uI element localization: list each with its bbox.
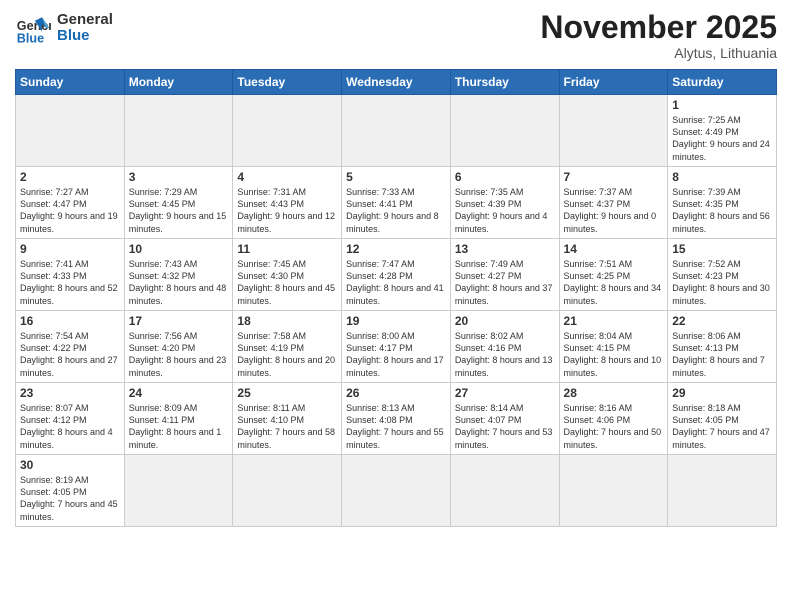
day-5: 5 Sunrise: 7:33 AMSunset: 4:41 PMDayligh… (342, 167, 451, 239)
day-16: 16 Sunrise: 7:54 AMSunset: 4:22 PMDaylig… (16, 311, 125, 383)
day-6: 6 Sunrise: 7:35 AMSunset: 4:39 PMDayligh… (450, 167, 559, 239)
day-17: 17 Sunrise: 7:56 AMSunset: 4:20 PMDaylig… (124, 311, 233, 383)
empty-cell (668, 455, 777, 527)
day-25: 25 Sunrise: 8:11 AMSunset: 4:10 PMDaylig… (233, 383, 342, 455)
day-30: 30 Sunrise: 8:19 AMSunset: 4:05 PMDaylig… (16, 455, 125, 527)
day-24: 24 Sunrise: 8:09 AMSunset: 4:11 PMDaylig… (124, 383, 233, 455)
day-26: 26 Sunrise: 8:13 AMSunset: 4:08 PMDaylig… (342, 383, 451, 455)
day-14: 14 Sunrise: 7:51 AMSunset: 4:25 PMDaylig… (559, 239, 668, 311)
week-row-4: 16 Sunrise: 7:54 AMSunset: 4:22 PMDaylig… (16, 311, 777, 383)
week-row-1: 1 Sunrise: 7:25 AM Sunset: 4:49 PM Dayli… (16, 95, 777, 167)
day-4: 4 Sunrise: 7:31 AMSunset: 4:43 PMDayligh… (233, 167, 342, 239)
day-28: 28 Sunrise: 8:16 AMSunset: 4:06 PMDaylig… (559, 383, 668, 455)
empty-cell (559, 455, 668, 527)
logo-blue: Blue (57, 28, 113, 45)
day-13: 13 Sunrise: 7:49 AMSunset: 4:27 PMDaylig… (450, 239, 559, 311)
day-3: 3 Sunrise: 7:29 AMSunset: 4:45 PMDayligh… (124, 167, 233, 239)
day-8: 8 Sunrise: 7:39 AMSunset: 4:35 PMDayligh… (668, 167, 777, 239)
col-thursday: Thursday (450, 70, 559, 95)
week-row-5: 23 Sunrise: 8:07 AMSunset: 4:12 PMDaylig… (16, 383, 777, 455)
week-row-2: 2 Sunrise: 7:27 AMSunset: 4:47 PMDayligh… (16, 167, 777, 239)
week-row-6: 30 Sunrise: 8:19 AMSunset: 4:05 PMDaylig… (16, 455, 777, 527)
location: Alytus, Lithuania (540, 45, 777, 61)
svg-text:Blue: Blue (17, 31, 44, 45)
weekday-header-row: Sunday Monday Tuesday Wednesday Thursday… (16, 70, 777, 95)
page-container: General Blue General Blue November 2025 … (0, 0, 792, 532)
day-23: 23 Sunrise: 8:07 AMSunset: 4:12 PMDaylig… (16, 383, 125, 455)
empty-cell (16, 95, 125, 167)
empty-cell (124, 95, 233, 167)
day-2: 2 Sunrise: 7:27 AMSunset: 4:47 PMDayligh… (16, 167, 125, 239)
logo-general: General (57, 12, 113, 29)
day-1: 1 Sunrise: 7:25 AM Sunset: 4:49 PM Dayli… (668, 95, 777, 167)
page-header: General Blue General Blue November 2025 … (15, 10, 777, 61)
col-wednesday: Wednesday (342, 70, 451, 95)
empty-cell (124, 455, 233, 527)
day-18: 18 Sunrise: 7:58 AMSunset: 4:19 PMDaylig… (233, 311, 342, 383)
day-22: 22 Sunrise: 8:06 AMSunset: 4:13 PMDaylig… (668, 311, 777, 383)
col-monday: Monday (124, 70, 233, 95)
day-12: 12 Sunrise: 7:47 AMSunset: 4:28 PMDaylig… (342, 239, 451, 311)
empty-cell (342, 455, 451, 527)
empty-cell (233, 455, 342, 527)
title-block: November 2025 Alytus, Lithuania (540, 10, 777, 61)
day-10: 10 Sunrise: 7:43 AMSunset: 4:32 PMDaylig… (124, 239, 233, 311)
col-saturday: Saturday (668, 70, 777, 95)
col-sunday: Sunday (16, 70, 125, 95)
week-row-3: 9 Sunrise: 7:41 AMSunset: 4:33 PMDayligh… (16, 239, 777, 311)
logo-icon: General Blue (15, 10, 51, 46)
day-27: 27 Sunrise: 8:14 AMSunset: 4:07 PMDaylig… (450, 383, 559, 455)
empty-cell (450, 455, 559, 527)
empty-cell (450, 95, 559, 167)
col-tuesday: Tuesday (233, 70, 342, 95)
day-7: 7 Sunrise: 7:37 AMSunset: 4:37 PMDayligh… (559, 167, 668, 239)
logo: General Blue General Blue (15, 10, 113, 46)
empty-cell (233, 95, 342, 167)
day-11: 11 Sunrise: 7:45 AMSunset: 4:30 PMDaylig… (233, 239, 342, 311)
col-friday: Friday (559, 70, 668, 95)
month-title: November 2025 (540, 10, 777, 45)
day-20: 20 Sunrise: 8:02 AMSunset: 4:16 PMDaylig… (450, 311, 559, 383)
calendar: Sunday Monday Tuesday Wednesday Thursday… (15, 69, 777, 527)
empty-cell (342, 95, 451, 167)
day-21: 21 Sunrise: 8:04 AMSunset: 4:15 PMDaylig… (559, 311, 668, 383)
day-15: 15 Sunrise: 7:52 AMSunset: 4:23 PMDaylig… (668, 239, 777, 311)
day-19: 19 Sunrise: 8:00 AMSunset: 4:17 PMDaylig… (342, 311, 451, 383)
empty-cell (559, 95, 668, 167)
day-9: 9 Sunrise: 7:41 AMSunset: 4:33 PMDayligh… (16, 239, 125, 311)
day-29: 29 Sunrise: 8:18 AMSunset: 4:05 PMDaylig… (668, 383, 777, 455)
